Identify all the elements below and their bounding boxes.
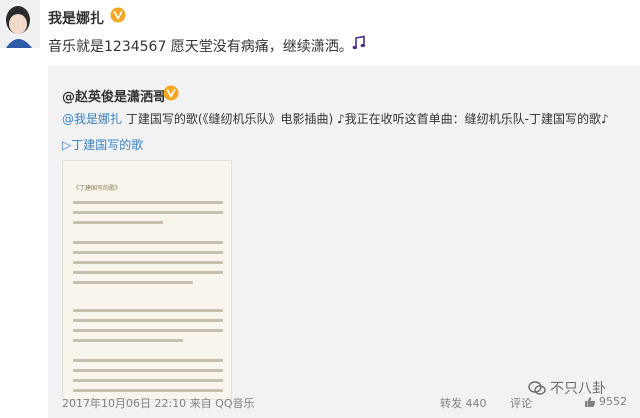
doc-line <box>73 271 223 274</box>
repost-body: 丁建国写的歌(《缝纫机乐队》电影插曲) ♪我正在收听这首单曲：缝纫机乐队-丁建国… <box>122 112 609 126</box>
verified-badge-icon <box>163 85 179 101</box>
doc-line <box>73 201 223 204</box>
repost-username[interactable]: @赵英俊是潇洒哥 <box>62 86 166 105</box>
forward-button[interactable]: 转发 440 <box>440 395 487 411</box>
doc-line <box>73 281 193 284</box>
doc-line <box>73 379 223 382</box>
post-text: 音乐就是1234567 愿天堂没有病痛，继续潇洒。 <box>48 39 353 55</box>
thumbs-up-icon <box>585 396 596 407</box>
doc-line <box>73 329 223 332</box>
doc-line <box>73 309 223 312</box>
doc-line <box>73 359 223 362</box>
lyrics-image[interactable]: 《丁建国写的歌》 <box>62 160 232 400</box>
repost-text: @我是娜扎 丁建国写的歌(《缝纫机乐队》电影插曲) ♪我正在收听这首单曲：缝纫机… <box>62 110 609 127</box>
doc-line <box>73 241 223 244</box>
doc-line <box>73 251 223 254</box>
post-meta: 2017年10月06日 22:10 来自 QQ音乐 <box>62 397 255 410</box>
doc-line <box>73 211 223 214</box>
verified-badge-icon <box>110 7 126 23</box>
like-button[interactable]: 9552 <box>584 395 627 408</box>
doc-line <box>73 221 163 224</box>
doc-title: 《丁建国写的歌》 <box>73 185 122 192</box>
music-note-icon <box>350 34 368 52</box>
post-username[interactable]: 我是娜扎 <box>48 8 104 28</box>
song-link[interactable]: ▷丁建国写的歌 <box>62 136 143 153</box>
doc-line <box>73 319 223 322</box>
doc-line <box>73 389 223 392</box>
doc-line <box>73 261 223 264</box>
doc-line <box>73 369 223 372</box>
mention-link[interactable]: @我是娜扎 <box>62 112 122 126</box>
doc-line <box>73 339 183 342</box>
avatar[interactable] <box>0 0 40 48</box>
comment-button[interactable]: 评论 <box>510 395 532 411</box>
like-count: 9552 <box>599 395 627 408</box>
